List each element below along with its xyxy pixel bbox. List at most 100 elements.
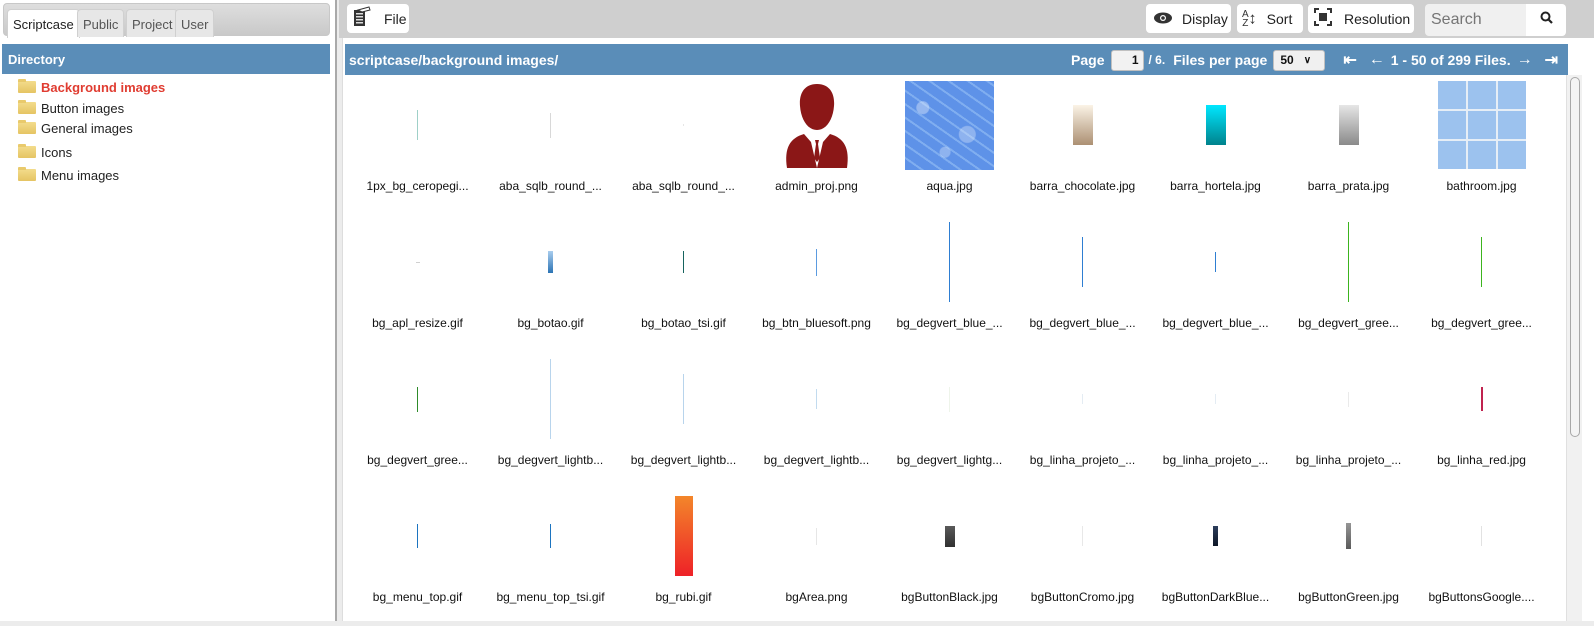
tab-public[interactable]: Public xyxy=(77,9,125,37)
first-page-icon[interactable]: ⇤ xyxy=(1343,50,1356,70)
file-thumbnail xyxy=(1282,352,1415,446)
file-item[interactable]: bg_degvert_blue_... xyxy=(1149,215,1282,352)
search-button[interactable] xyxy=(1526,4,1566,36)
file-name: bg_degvert_blue_... xyxy=(1029,316,1136,330)
scrollbar-thumb[interactable] xyxy=(1570,77,1580,437)
prev-page-icon[interactable]: ← xyxy=(1369,51,1385,69)
tab-project[interactable]: Project xyxy=(126,9,179,37)
tab-user[interactable]: User xyxy=(175,9,215,37)
folder-general-images[interactable]: General images xyxy=(18,119,133,137)
file-item[interactable]: aqua.jpg xyxy=(883,78,1016,215)
file-item[interactable]: admin_proj.png xyxy=(750,78,883,215)
total-pages: / 6. xyxy=(1148,53,1166,67)
file-item[interactable]: bg_degvert_lightb... xyxy=(750,352,883,489)
file-thumbnail xyxy=(351,78,484,172)
files-per-page-select[interactable]: 50 ∨ xyxy=(1273,49,1326,71)
file-thumbnail xyxy=(617,215,750,309)
file-item[interactable]: bgButtonDarkBlue... xyxy=(1149,489,1282,626)
file-item[interactable]: bg_degvert_gree... xyxy=(1282,215,1415,352)
file-thumbnail xyxy=(617,489,750,583)
file-item[interactable]: barra_hortela.jpg xyxy=(1149,78,1282,215)
folder-button-images[interactable]: Button images xyxy=(18,99,124,117)
file-name: bathroom.jpg xyxy=(1446,179,1517,193)
folder-label: Button images xyxy=(41,100,125,116)
folder-background-images[interactable]: Background images xyxy=(18,78,165,96)
file-item[interactable]: 1px_bg_ceropegi... xyxy=(351,78,484,215)
file-item[interactable]: bgButtonGreen.jpg xyxy=(1282,489,1415,626)
file-item[interactable]: bg_menu_top_tsi.gif xyxy=(484,489,617,626)
file-button[interactable]: File xyxy=(347,4,409,33)
display-button[interactable]: Display xyxy=(1146,4,1231,33)
file-item[interactable]: bg_btn_bluesoft.png xyxy=(750,215,883,352)
file-item[interactable]: bg_linha_red.jpg xyxy=(1415,352,1548,489)
file-item[interactable]: bg_degvert_blue_... xyxy=(883,215,1016,352)
file-name: bg_menu_top.gif xyxy=(372,590,463,604)
file-item[interactable]: bg_degvert_lightg... xyxy=(883,352,1016,489)
next-page-icon[interactable]: → xyxy=(1517,51,1533,69)
file-name: bg_degvert_gree... xyxy=(367,453,468,467)
file-thumbnail xyxy=(1282,78,1415,172)
file-item[interactable]: bathroom.jpg xyxy=(1415,78,1548,215)
file-name: bg_linha_projeto_... xyxy=(1029,453,1136,467)
file-item[interactable]: bg_linha_projeto_... xyxy=(1149,352,1282,489)
file-name: bg_linha_projeto_... xyxy=(1295,453,1402,467)
file-name: bg_degvert_gree... xyxy=(1298,316,1399,330)
file-item[interactable]: bg_linha_projeto_... xyxy=(1016,352,1149,489)
file-name: aqua.jpg xyxy=(926,179,973,193)
file-name: bg_degvert_lightb... xyxy=(763,453,870,467)
file-name: 1px_bg_ceropegi... xyxy=(366,179,469,193)
file-item[interactable]: aba_sqlb_round_... xyxy=(484,78,617,215)
thumbnail-image xyxy=(1346,523,1351,549)
thumbnail-image xyxy=(1215,394,1216,404)
file-item[interactable]: bg_degvert_lightb... xyxy=(484,352,617,489)
file-thumbnail xyxy=(750,78,883,172)
thumbnail-image xyxy=(1215,252,1216,272)
file-name: bg_menu_top_tsi.gif xyxy=(496,590,605,604)
sort-button[interactable]: A Z↕ Sort xyxy=(1237,4,1303,33)
file-item[interactable]: bg_degvert_gree... xyxy=(1415,215,1548,352)
file-item[interactable]: aba_sqlb_round_... xyxy=(617,78,750,215)
file-item[interactable]: bg_menu_top.gif xyxy=(351,489,484,626)
thumbnail-image xyxy=(1348,391,1349,407)
vertical-scrollbar[interactable] xyxy=(1566,75,1582,621)
file-item[interactable]: bgButtonCromo.jpg xyxy=(1016,489,1149,626)
thumbnail-image xyxy=(1072,105,1093,145)
file-item[interactable]: bg_linha_projeto_... xyxy=(1282,352,1415,489)
file-thumbnail xyxy=(883,489,1016,583)
file-name: bgButtonBlack.jpg xyxy=(901,590,998,604)
file-item[interactable]: bg_degvert_gree... xyxy=(351,352,484,489)
thumbnail-image xyxy=(1437,81,1526,169)
file-item[interactable]: bg_botao.gif xyxy=(484,215,617,352)
file-thumbnail xyxy=(1149,352,1282,446)
folder-label: Menu images xyxy=(41,167,120,183)
source-tabs: Scriptcase Public Project User xyxy=(3,3,330,38)
last-page-icon[interactable]: ⇥ xyxy=(1545,50,1558,70)
thumbnail-image xyxy=(417,110,418,140)
folder-menu-images[interactable]: Menu images xyxy=(18,166,119,184)
file-item[interactable]: bgArea.png xyxy=(750,489,883,626)
file-item[interactable]: bg_rubi.gif xyxy=(617,489,750,626)
folder-icons[interactable]: Icons xyxy=(18,143,72,161)
file-name: bg_linha_red.jpg xyxy=(1437,453,1526,467)
file-item[interactable]: barra_prata.jpg xyxy=(1282,78,1415,215)
file-item[interactable]: bgButtonBlack.jpg xyxy=(883,489,1016,626)
file-thumbnail xyxy=(1149,215,1282,309)
resolution-button[interactable]: Resolution xyxy=(1308,4,1414,33)
file-name: bg_botao_tsi.gif xyxy=(641,316,726,330)
file-item[interactable]: barra_chocolate.jpg xyxy=(1016,78,1149,215)
file-thumbnail xyxy=(1149,489,1282,583)
file-browser: scriptcase/background images/ Page 1 / 6… xyxy=(342,38,1594,621)
file-item[interactable]: bgButtonsGoogle.... xyxy=(1415,489,1548,626)
thumbnail-image xyxy=(683,124,684,126)
file-item[interactable]: bg_degvert_blue_... xyxy=(1016,215,1149,352)
tab-scriptcase[interactable]: Scriptcase xyxy=(7,9,80,38)
page-number-input[interactable]: 1 xyxy=(1110,49,1144,71)
chevron-down-icon: ∨ xyxy=(1303,54,1312,66)
file-item[interactable]: bg_botao_tsi.gif xyxy=(617,215,750,352)
search-input[interactable] xyxy=(1425,4,1529,36)
resolution-label: Resolution xyxy=(1344,10,1411,27)
toolbar: File Display A Z↕ Sort Resolution xyxy=(339,0,1594,38)
file-item[interactable]: bg_degvert_lightb... xyxy=(617,352,750,489)
file-item[interactable]: bg_apl_resize.gif xyxy=(351,215,484,352)
file-thumbnail xyxy=(750,352,883,446)
